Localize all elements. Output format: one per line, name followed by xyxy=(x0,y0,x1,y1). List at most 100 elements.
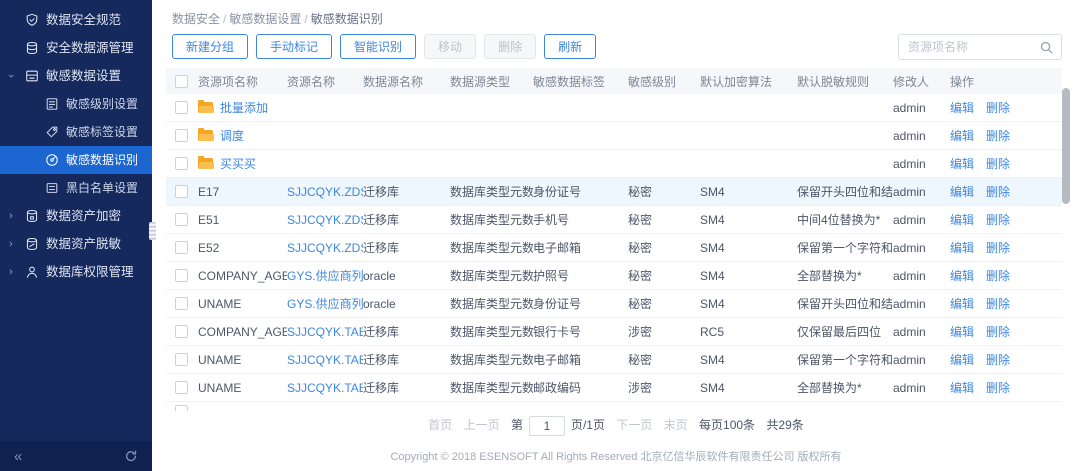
row-checkbox[interactable] xyxy=(175,269,188,282)
sidebar-item-label: 数据资产加密 xyxy=(46,202,121,230)
level-doc-icon xyxy=(44,97,59,112)
resource-link[interactable]: SJJCQYK.TABLE2 xyxy=(287,353,363,367)
row-action-link[interactable]: 删除 xyxy=(986,157,1010,171)
row-checkbox[interactable] xyxy=(175,129,188,142)
row-action-link[interactable]: 删除 xyxy=(986,185,1010,199)
row-checkbox[interactable] xyxy=(175,101,188,114)
sensitive-tag-cell: 身份证号 xyxy=(533,183,628,200)
sidebar-item[interactable]: 安全数据源管理 xyxy=(0,34,152,62)
page-number-input[interactable] xyxy=(529,416,565,436)
actions-cell: 编辑删除 xyxy=(950,211,1062,228)
datasource-type-cell: 数据库类型元数据 xyxy=(450,323,533,340)
pagination-first[interactable]: 首页 xyxy=(428,418,452,432)
encrypt-algo-cell: SM4 xyxy=(700,185,797,199)
breadcrumb-item[interactable]: 数据安全 xyxy=(172,12,220,26)
encrypt-algo-cell: SM4 xyxy=(700,269,797,283)
database-encrypt-icon xyxy=(24,209,39,224)
sidebar-item[interactable]: 敏感级别设置 xyxy=(0,90,152,118)
table-scrollbar[interactable] xyxy=(1062,88,1070,204)
datasource-cell: 迁移库 xyxy=(363,323,450,340)
sidebar-item[interactable]: ›数据库权限管理 xyxy=(0,258,152,286)
sidebar-item[interactable]: 敏感标签设置 xyxy=(0,118,152,146)
sidebar-item[interactable]: ›数据资产脱敏 xyxy=(0,230,152,258)
row-checkbox[interactable] xyxy=(175,325,188,338)
row-action-link[interactable]: 删除 xyxy=(986,101,1010,115)
sidebar-item[interactable]: 黑白名单设置 xyxy=(0,174,152,202)
row-action-link[interactable]: 编辑 xyxy=(950,241,974,255)
row-action-link[interactable]: 编辑 xyxy=(950,213,974,227)
sidebar-item[interactable]: ›数据资产加密 xyxy=(0,202,152,230)
row-action-link[interactable]: 删除 xyxy=(986,381,1010,395)
row-checkbox[interactable] xyxy=(175,157,188,170)
folder-link[interactable]: 调度 xyxy=(220,129,244,143)
row-action-link[interactable]: 删除 xyxy=(986,129,1010,143)
row-action-link[interactable]: 编辑 xyxy=(950,381,974,395)
row-action-link[interactable]: 编辑 xyxy=(950,269,974,283)
sidebar-resize-handle[interactable] xyxy=(149,222,156,240)
row-action-link[interactable]: 删除 xyxy=(986,325,1010,339)
select-all-checkbox[interactable] xyxy=(175,75,188,88)
row-action-link[interactable]: 编辑 xyxy=(950,297,974,311)
resource-link[interactable]: SJJCQYK.ZDSY... xyxy=(287,213,363,227)
row-checkbox[interactable] xyxy=(175,381,188,394)
sidebar-item-label: 敏感数据识别 xyxy=(66,146,138,174)
row-checkbox[interactable] xyxy=(175,241,188,254)
row-checkbox[interactable] xyxy=(175,213,188,226)
row-action-link[interactable]: 编辑 xyxy=(950,101,974,115)
row-action-link[interactable]: 删除 xyxy=(986,241,1010,255)
row-action-link[interactable]: 编辑 xyxy=(950,185,974,199)
row-action-link[interactable]: 编辑 xyxy=(950,157,974,171)
shield-icon xyxy=(24,13,39,28)
sensitive-tag-cell: 电子邮箱 xyxy=(533,239,628,256)
column-header: 数据源类型 xyxy=(450,73,533,90)
copyright: Copyright © 2018 ESENSOFT All Rights Res… xyxy=(152,448,1080,464)
toolbar-button[interactable]: 移动 xyxy=(424,34,476,59)
row-action-link[interactable]: 删除 xyxy=(986,269,1010,283)
folder-link[interactable]: 买买买 xyxy=(220,157,256,171)
row-action-link[interactable]: 编辑 xyxy=(950,129,974,143)
resource-link[interactable]: SJJCQYK.TABLE3 xyxy=(287,381,363,395)
resource-link[interactable]: GYS.供应商列表 xyxy=(287,269,363,283)
sidebar-item[interactable]: 数据安全规范 xyxy=(0,6,152,34)
pagination-prev[interactable]: 上一页 xyxy=(464,418,500,432)
collapse-sidebar-button[interactable]: « xyxy=(14,448,22,465)
toolbar-button[interactable]: 删除 xyxy=(484,34,536,59)
checkbox-cell xyxy=(166,402,198,411)
sidebar-item-label: 数据库权限管理 xyxy=(46,258,134,286)
resource-link[interactable]: SJJCQYK.ZDSY... xyxy=(287,241,363,255)
row-checkbox[interactable] xyxy=(175,353,188,366)
search-icon[interactable] xyxy=(1039,40,1054,55)
sidebar-item[interactable]: 敏感数据识别 xyxy=(0,146,152,174)
refresh-icon[interactable] xyxy=(124,449,138,463)
sensitive-data-table: 资源项名称资源名称数据源名称数据源类型敏感数据标签敏感级别默认加密算法默认脱敏规… xyxy=(166,68,1062,411)
resource-link[interactable]: SJJCQYK.ZDSY... xyxy=(287,185,363,199)
folder-link[interactable]: 批量添加 xyxy=(220,101,268,115)
resource-link[interactable]: GYS.供应商列表 xyxy=(287,297,363,311)
actions-cell: 编辑删除 xyxy=(950,267,1062,284)
row-action-link[interactable]: 编辑 xyxy=(950,353,974,367)
row-checkbox[interactable] xyxy=(175,185,188,198)
row-action-link[interactable]: 删除 xyxy=(986,353,1010,367)
datasource-cell: 迁移库 xyxy=(363,239,450,256)
breadcrumb-item[interactable]: 敏感数据设置 xyxy=(229,12,301,26)
toolbar-button[interactable]: 刷新 xyxy=(544,34,596,59)
row-action-link[interactable]: 删除 xyxy=(986,213,1010,227)
toolbar-button[interactable]: 智能识别 xyxy=(340,34,416,59)
item-name-cell: 买买买 xyxy=(198,155,287,172)
resource-link[interactable]: SJJCQYK.TABLE2 xyxy=(287,325,363,339)
toolbar-button[interactable]: 新建分组 xyxy=(172,34,248,59)
pagination-last[interactable]: 末页 xyxy=(664,418,688,432)
mask-rule-cell: 保留第一个字符和域名 xyxy=(797,351,893,368)
user-permission-icon xyxy=(24,265,39,280)
column-header: 数据源名称 xyxy=(363,73,450,90)
pagination-next[interactable]: 下一页 xyxy=(616,418,652,432)
sidebar-item[interactable]: ›敏感数据设置 xyxy=(0,62,152,90)
row-action-link[interactable]: 编辑 xyxy=(950,325,974,339)
row-action-link[interactable]: 删除 xyxy=(986,297,1010,311)
search-input[interactable] xyxy=(899,40,1039,54)
toolbar-button[interactable]: 手动标记 xyxy=(256,34,332,59)
toolbar-buttons: 新建分组手动标记智能识别移动删除刷新 xyxy=(172,34,604,51)
row-checkbox[interactable] xyxy=(175,297,188,310)
sidebar-item-label: 数据安全规范 xyxy=(46,6,121,34)
row-checkbox[interactable] xyxy=(175,405,188,411)
